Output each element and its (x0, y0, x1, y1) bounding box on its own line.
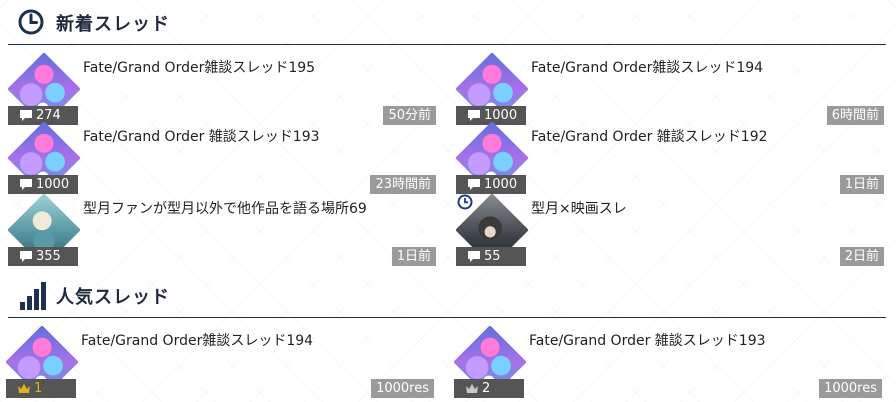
comment-icon (468, 251, 480, 262)
comment-count-badge: 355 (8, 247, 78, 266)
rank-badge: 2 (454, 379, 524, 398)
popular-threads-header: 人気スレッド (8, 273, 886, 318)
thread-card[interactable]: 55 型月×映画スレ 2日前 (456, 194, 884, 266)
popular-threads-title: 人気スレッド (56, 287, 170, 308)
thread-title-link[interactable]: Fate/Grand Order 雑談スレッド193 (529, 330, 766, 350)
thread-title-link[interactable]: Fate/Grand Order雑談スレッド194 (81, 330, 313, 350)
comment-icon (20, 251, 32, 262)
time-badge: 23時間前 (370, 175, 436, 194)
thread-title-link[interactable]: Fate/Grand Order雑談スレッド194 (531, 57, 763, 77)
time-badge: 1日前 (391, 247, 436, 266)
popular-thread-card[interactable]: 2 Fate/Grand Order 雑談スレッド193 1000res (454, 326, 882, 398)
thread-card[interactable]: 1000 Fate/Grand Order雑談スレッド194 6時間前 (456, 53, 884, 125)
comment-count-badge: 55 (456, 247, 526, 266)
crown-icon (18, 384, 30, 393)
ranking-bars-icon (20, 282, 46, 310)
thread-title-link[interactable]: 型月ファンが型月以外で他作品を語る場所69 (83, 198, 367, 218)
thread-card[interactable]: 355 型月ファンが型月以外で他作品を語る場所69 1日前 (8, 194, 436, 266)
comment-icon (20, 179, 32, 190)
res-count-badge: 1000res (371, 379, 434, 398)
thread-card[interactable]: 1000 Fate/Grand Order 雑談スレッド193 23時間前 (8, 122, 436, 194)
comment-count-badge: 1000 (456, 175, 526, 194)
time-badge: 2日前 (839, 247, 884, 266)
thread-card[interactable]: 1000 Fate/Grand Order 雑談スレッド192 1日前 (456, 122, 884, 194)
thread-title-link[interactable]: Fate/Grand Order 雑談スレッド192 (531, 126, 768, 146)
thread-title-link[interactable]: 型月×映画スレ (531, 198, 627, 218)
thread-title-link[interactable]: Fate/Grand Order雑談スレッド195 (83, 57, 315, 77)
comment-icon (468, 179, 480, 190)
comment-icon (20, 110, 32, 121)
rank-badge: 1 (6, 379, 76, 398)
comment-icon (468, 110, 480, 121)
new-threads-header: 新着スレッド (8, 0, 886, 45)
time-badge: 1日前 (839, 175, 884, 194)
comment-count-badge: 1000 (8, 175, 78, 194)
popular-thread-card[interactable]: 1 Fate/Grand Order雑談スレッド194 1000res (6, 326, 434, 398)
res-count-badge: 1000res (819, 379, 882, 398)
thread-title-link[interactable]: Fate/Grand Order 雑談スレッド193 (83, 126, 320, 146)
crown-icon (466, 384, 478, 393)
clock-icon (457, 194, 473, 210)
thread-card[interactable]: 274 Fate/Grand Order雑談スレッド195 50分前 (8, 53, 436, 125)
new-threads-title: 新着スレッド (56, 14, 170, 35)
clock-icon (18, 9, 44, 35)
